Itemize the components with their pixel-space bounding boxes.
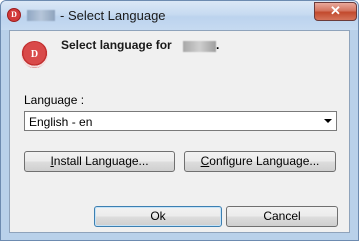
install-label: nstall Language... [53, 154, 149, 168]
dialog-footer: Ok Cancel [10, 186, 349, 232]
heading-app-name-redacted [183, 41, 216, 52]
language-label: Language : [24, 93, 85, 107]
heading-suffix: . [216, 38, 220, 52]
title-app-name-redacted [27, 10, 55, 21]
install-language-button[interactable]: Install Language... [24, 151, 175, 172]
title-bar[interactable]: D - Select Language ✕ [1, 1, 358, 30]
close-button[interactable]: ✕ [314, 2, 357, 21]
configure-language-button[interactable]: Configure Language... [184, 151, 336, 172]
language-select[interactable]: English - en [24, 111, 337, 131]
close-icon: ✕ [330, 3, 341, 18]
window-title: - Select Language [60, 8, 166, 23]
configure-label: onfigure Language... [209, 154, 320, 168]
app-icon: D [7, 8, 21, 22]
app-logo-icon: D [21, 41, 48, 68]
ok-button[interactable]: Ok [94, 206, 222, 227]
dialog-content: D Select language for . Language : Engli… [9, 30, 350, 233]
dialog-window: D - Select Language ✕ D Select language … [0, 0, 359, 241]
cancel-button[interactable]: Cancel [226, 206, 338, 227]
dialog-heading: Select language for [61, 38, 172, 52]
configure-accel-key: C [200, 154, 210, 168]
dropdown-arrow-icon [324, 119, 332, 123]
dialog-header: D Select language for . [10, 31, 349, 78]
language-select-value: English - en [29, 115, 93, 129]
